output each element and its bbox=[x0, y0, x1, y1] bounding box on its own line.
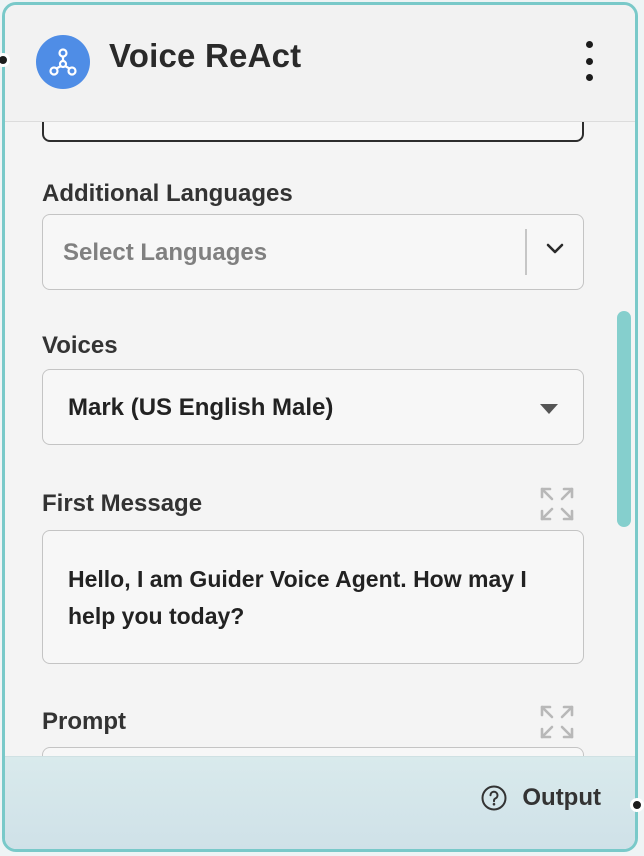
chevron-down-icon[interactable] bbox=[543, 237, 567, 261]
more-options-icon[interactable] bbox=[581, 41, 597, 81]
additional-languages-label: Additional Languages bbox=[42, 180, 293, 207]
additional-languages-select[interactable]: Select Languages bbox=[42, 214, 584, 290]
output-label: Output bbox=[522, 784, 601, 811]
expand-icon[interactable] bbox=[539, 704, 575, 740]
previous-field[interactable] bbox=[42, 122, 584, 142]
help-circle-icon bbox=[481, 785, 507, 811]
voices-selected-value: Mark (US English Male) bbox=[68, 394, 334, 421]
first-message-text: Hello, I am Guider Voice Agent. How may … bbox=[68, 566, 527, 629]
scrollbar-thumb[interactable] bbox=[617, 311, 631, 527]
select-divider bbox=[525, 229, 527, 275]
workflow-icon bbox=[36, 35, 90, 89]
additional-languages-placeholder: Select Languages bbox=[63, 239, 268, 266]
expand-icon[interactable] bbox=[539, 486, 575, 522]
scrollbar[interactable] bbox=[617, 123, 631, 763]
output-button[interactable]: Output bbox=[480, 784, 601, 812]
voice-react-node[interactable]: Voice ReAct Additional Languages Select … bbox=[2, 2, 638, 852]
caret-down-icon bbox=[540, 404, 558, 414]
node-title: Voice ReAct bbox=[109, 37, 302, 74]
output-handle[interactable] bbox=[630, 798, 644, 812]
prompt-label: Prompt bbox=[42, 708, 126, 735]
voices-select[interactable]: Mark (US English Male) bbox=[42, 369, 584, 445]
voices-label: Voices bbox=[42, 332, 118, 359]
node-footer: Output bbox=[5, 756, 635, 849]
node-body[interactable]: Additional Languages Select Languages Vo… bbox=[5, 122, 635, 757]
first-message-textarea[interactable]: Hello, I am Guider Voice Agent. How may … bbox=[42, 530, 584, 664]
node-header: Voice ReAct bbox=[5, 5, 635, 122]
first-message-label: First Message bbox=[42, 490, 203, 517]
